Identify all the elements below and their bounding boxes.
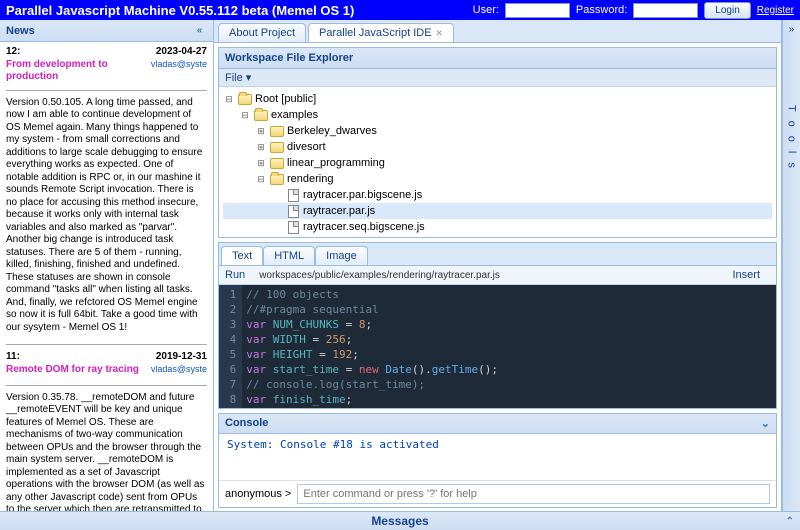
news-body: Version 0.35.78. __remoteDOM and future … bbox=[6, 392, 207, 511]
news-num: 12: bbox=[6, 46, 20, 59]
tree-root[interactable]: ⊟Root [public] bbox=[223, 91, 772, 107]
news-date: 2023-04-27 bbox=[156, 46, 207, 59]
tab-ide[interactable]: Parallel JavaScript IDE✕ bbox=[308, 23, 454, 42]
ide-body: Workspace File Explorer File ▾ ⊟Root [pu… bbox=[214, 43, 781, 413]
app-header: Parallel Javascript Machine V0.55.112 be… bbox=[0, 0, 800, 20]
expand-icon[interactable]: » bbox=[789, 24, 795, 35]
code-panel: Text HTML Image Run workspaces/public/ex… bbox=[218, 242, 777, 409]
code-area[interactable]: // 100 objects //#pragma sequential var … bbox=[242, 285, 634, 408]
tab-html[interactable]: HTML bbox=[263, 246, 315, 265]
file-tree[interactable]: ⊟Root [public] ⊟examples ⊞Berkeley_dwarv… bbox=[219, 87, 776, 237]
news-date: 2019-12-31 bbox=[156, 351, 207, 364]
explorer-header: Workspace File Explorer bbox=[219, 48, 776, 69]
news-author: vladas@syste bbox=[151, 364, 207, 375]
tree-folder[interactable]: ⊞Berkeley_dwarves bbox=[223, 123, 772, 139]
password-label: Password: bbox=[576, 4, 627, 16]
news-header: News « bbox=[0, 20, 213, 42]
file-path: workspaces/public/examples/rendering/ray… bbox=[259, 270, 500, 281]
code-tabs: Text HTML Image bbox=[219, 243, 776, 266]
user-label: User: bbox=[473, 4, 499, 16]
file-menu[interactable]: File ▾ bbox=[219, 69, 776, 87]
news-title: News bbox=[6, 25, 35, 37]
news-panel: News « 12: 2023-04-27 From development to… bbox=[0, 20, 214, 511]
news-num: 11: bbox=[6, 351, 20, 364]
tree-folder[interactable]: ⊞linear_programming bbox=[223, 155, 772, 171]
tools-sidebar[interactable]: » T o o l s bbox=[782, 20, 800, 511]
console-input-row: anonymous > bbox=[219, 480, 776, 507]
tree-folder[interactable]: ⊟rendering bbox=[223, 171, 772, 187]
news-author: vladas@syste bbox=[151, 59, 207, 80]
register-link[interactable]: Register bbox=[757, 5, 794, 16]
username-input[interactable] bbox=[505, 3, 570, 18]
tree-folder[interactable]: ⊞divesort bbox=[223, 139, 772, 155]
console-panel: Console⌄ System: Console #18 is activate… bbox=[218, 413, 777, 508]
code-editor[interactable]: 1234567891011 // 100 objects //#pragma s… bbox=[219, 285, 776, 408]
close-icon[interactable]: ✕ bbox=[436, 28, 444, 39]
collapse-icon[interactable]: ⌄ bbox=[761, 417, 770, 430]
tree-file[interactable]: raytracer.par.bigscene.js bbox=[223, 187, 772, 203]
app-title: Parallel Javascript Machine V0.55.112 be… bbox=[6, 3, 473, 18]
console-header: Console⌄ bbox=[219, 414, 776, 434]
tree-file[interactable]: raytracer.seq.js bbox=[223, 235, 772, 237]
main-tabs: About Project Parallel JavaScript IDE✕ bbox=[214, 20, 781, 43]
file-explorer: Workspace File Explorer File ▾ ⊟Root [pu… bbox=[218, 47, 777, 238]
news-headline: From development to production bbox=[6, 59, 151, 84]
run-button[interactable]: Run bbox=[225, 269, 245, 281]
messages-label: Messages bbox=[371, 514, 428, 528]
console-output: System: Console #18 is activated bbox=[219, 434, 776, 480]
news-body: Version 0.50.105. A long time passed, an… bbox=[6, 97, 207, 335]
console-prompt: anonymous > bbox=[225, 488, 291, 500]
console-input[interactable] bbox=[297, 484, 770, 504]
footer-bar[interactable]: Messages ⌃ bbox=[0, 511, 800, 530]
tools-label: T o o l s bbox=[786, 105, 798, 171]
run-toolbar: Run workspaces/public/examples/rendering… bbox=[219, 266, 776, 285]
login-button[interactable]: Login bbox=[704, 2, 750, 19]
news-item: 12: 2023-04-27 From development to produc… bbox=[6, 46, 207, 334]
expand-icon[interactable]: ⌃ bbox=[786, 516, 794, 527]
tab-image[interactable]: Image bbox=[315, 246, 368, 265]
news-content[interactable]: 12: 2023-04-27 From development to produc… bbox=[0, 42, 213, 511]
tree-file-selected[interactable]: raytracer.par.js bbox=[223, 203, 772, 219]
tab-text[interactable]: Text bbox=[221, 246, 263, 265]
gutter: 1234567891011 bbox=[219, 285, 242, 408]
password-input[interactable] bbox=[633, 3, 698, 18]
tree-file[interactable]: raytracer.seq.bigscene.js bbox=[223, 219, 772, 235]
login-area: User: Password: Login Register bbox=[473, 2, 794, 19]
center-panel: About Project Parallel JavaScript IDE✕ W… bbox=[214, 20, 782, 511]
tree-folder[interactable]: ⊟examples bbox=[223, 107, 772, 123]
news-headline: Remote DOM for ray tracing bbox=[6, 364, 139, 379]
news-item: 11: 2019-12-31 Remote DOM for ray tracing… bbox=[6, 351, 207, 511]
tab-about[interactable]: About Project bbox=[218, 23, 306, 42]
collapse-icon[interactable]: « bbox=[192, 23, 207, 38]
insert-button[interactable]: Insert bbox=[732, 269, 760, 281]
